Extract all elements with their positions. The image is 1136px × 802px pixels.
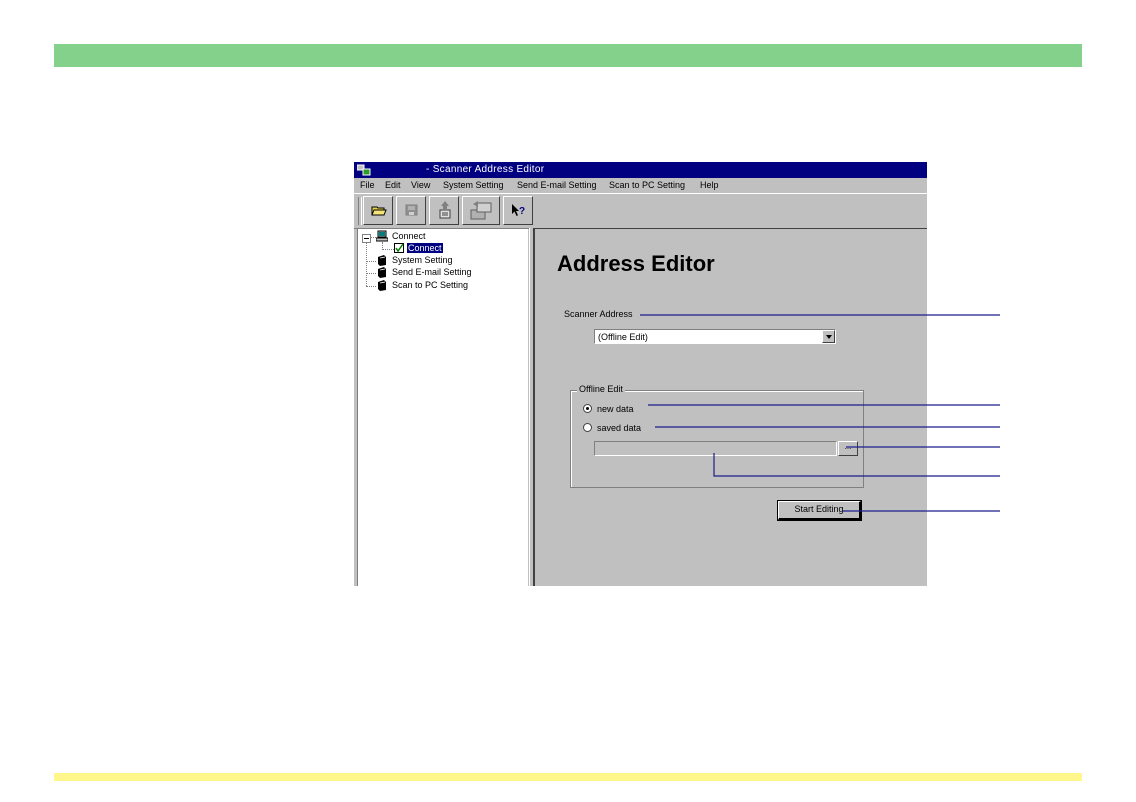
saved-data-path-field[interactable] [594,441,837,456]
tree-guide-line [366,286,376,287]
browse-button[interactable]: ... [838,441,858,456]
menu-bar: File Edit View System Setting Send E-mai… [354,178,927,192]
book-icon [378,267,386,278]
upload-button[interactable] [429,196,459,225]
radio-new-data-label[interactable]: new data [597,404,634,414]
tree-item-scan-to-pc-setting[interactable]: Scan to PC Setting [392,280,468,290]
title-bar: - Scanner Address Editor [354,162,927,178]
bottom-color-band [54,773,1082,781]
radio-saved-data-label[interactable]: saved data [597,423,641,433]
open-button[interactable] [363,196,393,225]
open-folder-icon [371,206,387,216]
window-title: - Scanner Address Editor [426,164,545,175]
tree-guide-line [382,249,394,250]
tree-item-system-setting[interactable]: System Setting [392,255,453,265]
radio-saved-data[interactable] [583,423,592,432]
menu-system-setting[interactable]: System Setting [443,180,504,190]
tree-guide-line [366,273,376,274]
save-disk-icon [405,204,418,216]
transfer-button[interactable] [462,196,500,225]
tree-guide-line [366,242,367,286]
scanner-address-select[interactable]: (Offline Edit) [594,329,836,344]
book-icon [378,255,386,266]
app-icon [357,164,371,176]
offline-edit-group-title: Offline Edit [577,384,625,394]
tree-item-send-email-setting[interactable]: Send E-mail Setting [392,267,472,277]
chevron-down-icon[interactable] [822,330,835,343]
tree-item-connect-root[interactable]: Connect [392,231,426,241]
page-title: Address Editor [557,251,715,276]
menu-scan-to-pc-setting[interactable]: Scan to PC Setting [609,180,685,190]
scanner-address-label: Scanner Address [564,309,633,319]
toolbar-separator [358,197,362,225]
book-icon [378,280,386,291]
tree-item-connect[interactable]: Connect [407,243,443,253]
scanner-address-value: (Offline Edit) [598,332,648,342]
menu-view[interactable]: View [411,180,430,190]
checklist-icon [394,243,404,253]
menu-file[interactable]: File [360,180,375,190]
scanner-address-editor-window: - Scanner Address Editor File Edit View … [354,162,927,586]
toolbar: ? [354,193,927,229]
start-editing-button[interactable]: Start Editing [777,500,862,521]
radio-new-data[interactable] [583,404,592,413]
svg-text:?: ? [519,206,525,217]
save-button[interactable] [396,196,426,225]
tree-guide-line [366,261,376,262]
help-button[interactable]: ? [503,196,533,225]
navigation-tree: Connect Connect System Setting Send E-ma… [357,228,528,586]
upload-icon [439,201,451,219]
help-pointer-icon: ? [512,204,525,217]
editor-pane: Address Editor Scanner Address (Offline … [533,228,927,586]
transfer-icon [470,201,492,220]
top-color-band [54,44,1082,67]
menu-edit[interactable]: Edit [385,180,401,190]
menu-help[interactable]: Help [700,180,719,190]
menu-send-email-setting[interactable]: Send E-mail Setting [517,180,597,190]
computer-icon [376,230,388,242]
tree-item-connect-label: Connect [407,243,443,253]
